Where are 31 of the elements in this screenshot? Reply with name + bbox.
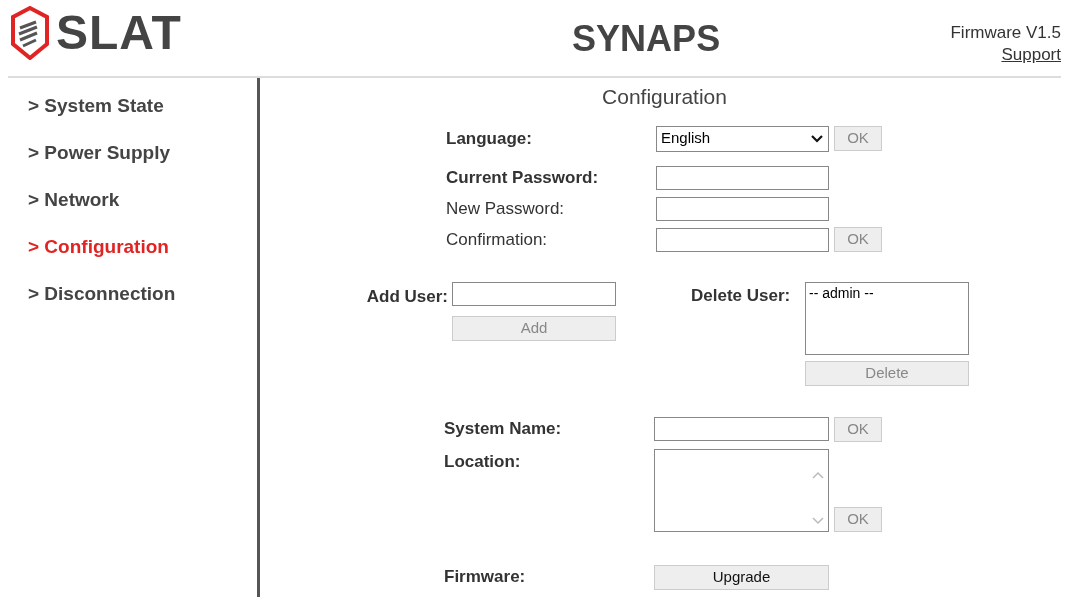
field-label: New Password: bbox=[446, 197, 566, 220]
sidebar-item[interactable]: > Power Supply bbox=[28, 141, 257, 164]
sidebar-item[interactable]: > Configuration bbox=[28, 235, 257, 258]
firmware-version: Firmware V1.5 bbox=[950, 22, 1061, 44]
field-label: Delete User: bbox=[691, 284, 792, 304]
field-label: Add User: bbox=[365, 285, 449, 304]
field-label: Location: bbox=[444, 450, 522, 471]
language-select[interactable]: English bbox=[656, 125, 829, 152]
shield-logo-icon bbox=[10, 6, 50, 60]
system-name-field[interactable] bbox=[654, 417, 829, 441]
support-link[interactable]: Support bbox=[1001, 44, 1061, 66]
user-listbox[interactable]: -- admin -- bbox=[805, 281, 969, 355]
password-field[interactable] bbox=[656, 196, 829, 221]
field-label: Current Password: bbox=[446, 166, 600, 189]
sidebar-item[interactable]: > Disconnection bbox=[28, 282, 257, 305]
field-label: System Name: bbox=[444, 418, 563, 441]
field-label: Language: bbox=[446, 127, 533, 150]
sidebar-item[interactable]: > System State bbox=[28, 94, 257, 117]
field-label: Firmware: bbox=[444, 566, 527, 589]
logo-text: SLAT bbox=[56, 9, 182, 57]
app-title: SYNAPS bbox=[572, 17, 721, 61]
sidebar-item[interactable]: > Network bbox=[28, 188, 257, 211]
list-item[interactable]: -- admin -- bbox=[809, 282, 965, 304]
chevron-down-icon bbox=[810, 133, 824, 144]
password-field[interactable] bbox=[656, 165, 829, 190]
ok-button[interactable]: Upgrade bbox=[654, 564, 829, 590]
username-field[interactable] bbox=[452, 281, 616, 306]
page-title: Configuration bbox=[602, 84, 727, 110]
location-textarea[interactable] bbox=[654, 448, 829, 532]
field-label: Confirmation: bbox=[446, 228, 549, 251]
password-field[interactable] bbox=[656, 227, 829, 252]
